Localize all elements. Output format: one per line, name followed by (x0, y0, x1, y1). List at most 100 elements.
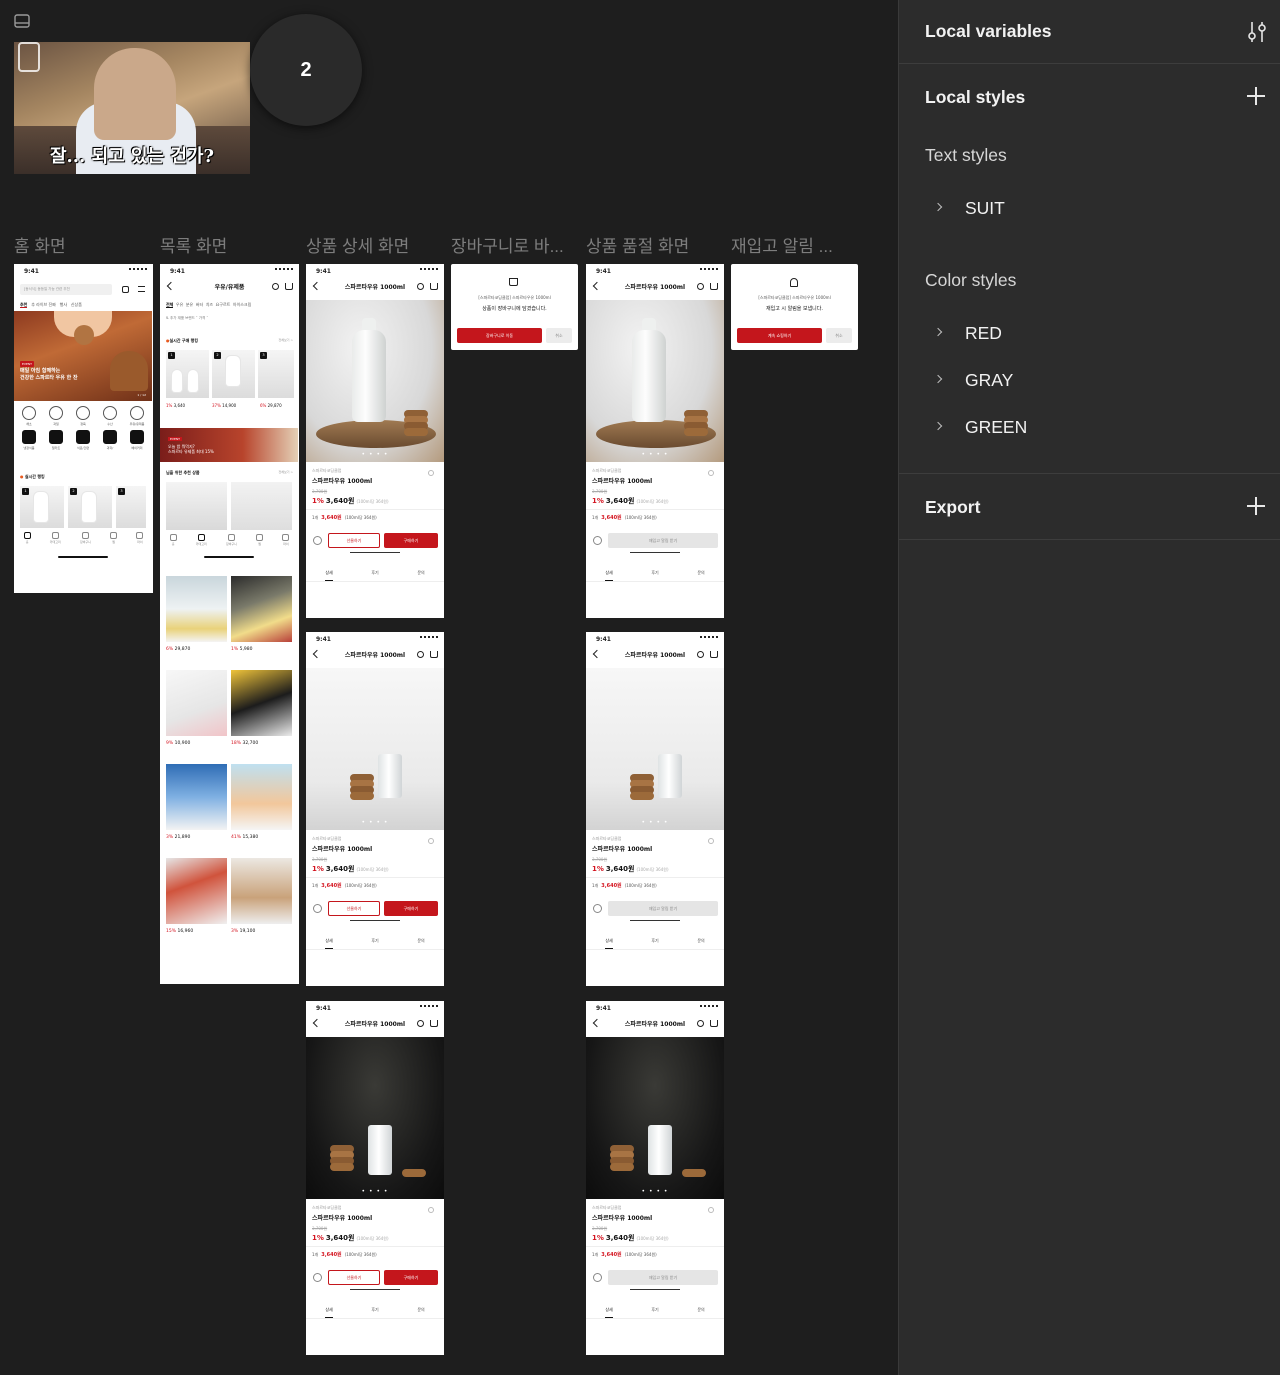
category-item[interactable]: 수산 (99, 406, 121, 426)
heart-icon[interactable] (593, 904, 602, 913)
search-icon[interactable] (272, 283, 279, 290)
product-card[interactable] (166, 764, 227, 830)
category-item[interactable]: 정육 (72, 406, 94, 426)
continue-shopping-button[interactable]: 계속 쇼핑하기 (737, 328, 822, 343)
tab-cart[interactable]: 장바구니 (80, 532, 91, 544)
tab-detail[interactable]: 상세 (605, 934, 613, 949)
frame-title-restock[interactable]: 재입고 알림 ... (731, 232, 833, 257)
meme-thumbnail[interactable]: 잘... 되고 있는 건가? (14, 42, 250, 174)
search-icon[interactable] (697, 283, 704, 290)
frame-product-detail[interactable]: 9:41 스파르타우유 1000ml • • • • 스파르타코딩클럽 스파르타우유 1… (306, 264, 444, 618)
tab-detail[interactable]: 상세 (605, 566, 613, 581)
tab-reviews[interactable]: 후기 (651, 1303, 658, 1318)
tab-icecream[interactable]: 아이스크림 (233, 302, 251, 307)
chevron-right-icon[interactable] (933, 202, 943, 212)
share-icon[interactable] (428, 1207, 434, 1213)
ranking-item[interactable]: 1 (166, 350, 209, 398)
chevron-right-icon[interactable] (933, 421, 943, 431)
product-card[interactable] (231, 670, 292, 736)
restock-alert-button[interactable]: 재입고 알림 받기 (608, 1270, 718, 1285)
product-card[interactable] (231, 482, 292, 530)
search-icon[interactable] (417, 1020, 424, 1027)
tab-reviews[interactable]: 후기 (371, 934, 378, 949)
back-icon[interactable] (312, 281, 322, 291)
tab-category[interactable]: 카테고리 (196, 534, 207, 546)
search-icon[interactable] (697, 651, 704, 658)
frame-title-detail[interactable]: 상품 상세 화면 (306, 232, 409, 257)
cancel-button[interactable]: 취소 (546, 328, 572, 343)
product-card[interactable] (166, 858, 227, 924)
tab-reviews[interactable]: 후기 (371, 1303, 378, 1318)
see-all-link[interactable]: 전체보기 > (278, 338, 293, 342)
frame-product-detail[interactable]: 9:41 스파르타우유 1000ml • • • • 스파르타코딩클럽 스파르타우유 1… (306, 632, 444, 986)
heart-icon[interactable] (313, 1273, 322, 1282)
see-all-link[interactable]: 전체보기 > (278, 470, 293, 474)
tab-event[interactable]: 행사 (60, 302, 67, 307)
category-item[interactable]: 베이커리 (126, 430, 148, 450)
heart-icon[interactable] (313, 904, 322, 913)
tab-inquiry[interactable]: 문의 (697, 1303, 704, 1318)
bell-icon[interactable] (122, 286, 129, 293)
frame-product-soldout[interactable]: 9:41 스파르타우유 1000ml • • • • 스파르타코딩클럽 스파르타우유 1… (586, 632, 724, 986)
tab-detail[interactable]: 상세 (325, 1303, 333, 1318)
tab-home[interactable]: 홈 (23, 532, 31, 544)
frame-title-home[interactable]: 홈 화면 (14, 232, 66, 257)
heart-icon[interactable] (593, 1273, 602, 1282)
search-icon[interactable] (417, 651, 424, 658)
share-icon[interactable] (708, 470, 714, 476)
share-icon[interactable] (428, 470, 434, 476)
tab-cart[interactable]: 장바구니 (226, 534, 237, 546)
tab-cheese[interactable]: 치즈 (206, 302, 213, 307)
filter-bar[interactable]: ⇅ 추가 재품 브랜드 ˅ 가격 ˅ (166, 316, 208, 321)
product-card[interactable] (231, 764, 292, 830)
back-icon[interactable] (312, 1018, 322, 1028)
panel-toggle-icon[interactable] (14, 14, 30, 28)
tab-inquiry[interactable]: 문의 (417, 566, 424, 581)
cart-icon[interactable] (710, 1020, 718, 1027)
cart-icon[interactable] (430, 1020, 438, 1027)
tab-new[interactable]: 신상품 (71, 302, 82, 307)
category-item[interactable]: 과자/ (99, 430, 121, 450)
menu-icon[interactable] (138, 286, 145, 292)
tab-reviews[interactable]: 후기 (651, 934, 658, 949)
cart-icon[interactable] (285, 283, 293, 290)
tab-detail[interactable]: 상세 (325, 566, 333, 581)
frame-product-soldout[interactable]: 9:41 스파르타우유 1000ml • • • • 스파르타코딩클럽 스파르타우유 1… (586, 264, 724, 618)
product-card[interactable] (166, 670, 227, 736)
product-image[interactable]: • • • • (306, 300, 444, 462)
category-item[interactable]: 냉장식품 (18, 430, 40, 450)
frame-cart-popup[interactable]: [스파르타코딩클럽] 스파르타우유 1000ml 상품이 장바구니에 담겼습니다… (451, 264, 578, 350)
frame-home[interactable]: 9:41 [동서식] 동등일 가능 관련 추천 추천 추 라이브 진짜 행사 신… (14, 264, 153, 593)
frame-title-cart[interactable]: 장바구니로 바... (451, 232, 564, 257)
buy-button[interactable]: 구매하기 (384, 1270, 438, 1285)
tab-reviews[interactable]: 후기 (651, 566, 658, 581)
category-item[interactable]: 식료/간편 (72, 430, 94, 450)
chevron-right-icon[interactable] (933, 327, 943, 337)
heart-icon[interactable] (313, 536, 322, 545)
go-to-cart-button[interactable]: 장바구니로 이동 (457, 328, 542, 343)
tab-milk[interactable]: 우유 (176, 302, 183, 307)
category-item[interactable]: 밀키트 (45, 430, 67, 450)
ranking-item[interactable]: 2 (212, 350, 255, 398)
frame-list[interactable]: 9:41 우유/유제품 전체 우유 분유 버터 치즈 요구르트 아이스크림 ⇅ … (160, 264, 299, 984)
product-image[interactable]: • • • • (586, 300, 724, 462)
category-item[interactable]: 채소 (18, 406, 40, 426)
tab-detail[interactable]: 상세 (605, 1303, 613, 1318)
tab-inquiry[interactable]: 문의 (417, 934, 424, 949)
product-image[interactable]: • • • • (306, 1037, 444, 1199)
product-card[interactable] (231, 576, 292, 642)
tab-formula[interactable]: 분유 (186, 302, 193, 307)
tab-reviews[interactable]: 후기 (371, 566, 378, 581)
share-icon[interactable] (428, 838, 434, 844)
cancel-button[interactable]: 취소 (826, 328, 852, 343)
design-canvas[interactable]: 잘... 되고 있는 건가? 2 홈 화면 목록 화면 상품 상세 화면 장바구… (0, 0, 898, 1375)
cart-icon[interactable] (430, 283, 438, 290)
search-icon[interactable] (417, 283, 424, 290)
tab-my[interactable]: 마이 (136, 532, 144, 544)
frame-title-soldout[interactable]: 상품 품절 화면 (586, 232, 689, 257)
cart-icon[interactable] (430, 651, 438, 658)
cart-icon[interactable] (710, 283, 718, 290)
product-card[interactable] (231, 858, 292, 924)
share-icon[interactable] (708, 838, 714, 844)
share-icon[interactable] (708, 1207, 714, 1213)
